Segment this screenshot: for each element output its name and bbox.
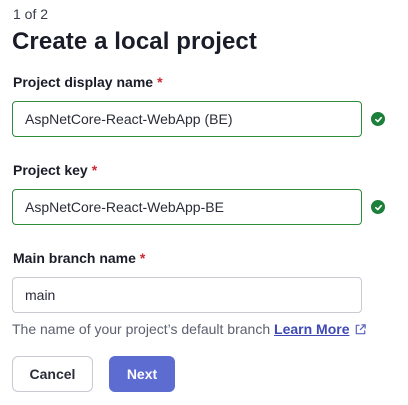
required-mark: *: [157, 74, 163, 90]
step-indicator: 1 of 2: [13, 6, 49, 22]
check-circle-icon: [371, 200, 385, 214]
required-mark: *: [139, 250, 146, 266]
page-title: Create a local project: [12, 28, 257, 55]
project-key-label-text: Project key: [13, 162, 88, 178]
main-branch-label-text: Main branch name: [13, 250, 136, 266]
learn-more-label: Learn More: [274, 321, 350, 337]
help-text: The name of your project’s default branc…: [12, 321, 271, 337]
display-name-input[interactable]: [12, 101, 362, 137]
required-mark: *: [91, 162, 98, 178]
main-branch-label: Main branch name *: [13, 250, 145, 266]
create-project-form: 1 of 2 Create a local project Project di…: [0, 0, 408, 405]
main-branch-help: The name of your project’s default branc…: [12, 321, 367, 339]
next-button[interactable]: Next: [109, 356, 175, 392]
display-name-label: Project display name *: [13, 74, 163, 90]
cancel-button[interactable]: Cancel: [12, 356, 93, 392]
learn-more-link[interactable]: Learn More: [274, 321, 367, 337]
external-link-icon: [354, 323, 367, 339]
main-branch-input[interactable]: [12, 277, 362, 313]
display-name-label-text: Project display name: [13, 74, 154, 90]
check-circle-icon: [371, 112, 385, 126]
project-key-label: Project key *: [13, 162, 97, 178]
project-key-input[interactable]: [12, 189, 362, 225]
